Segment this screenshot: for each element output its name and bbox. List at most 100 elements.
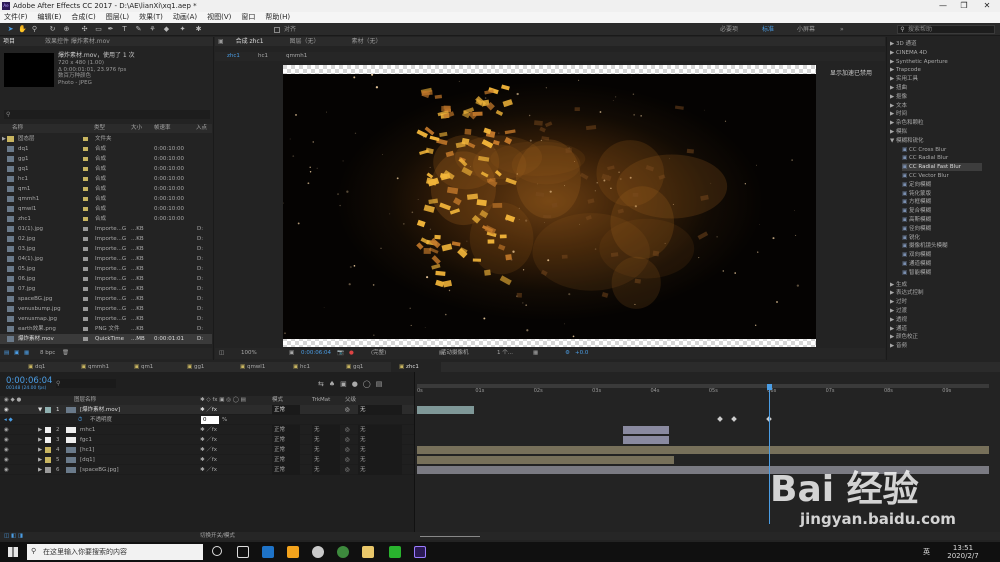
project-search-input[interactable]: ⚲: [4, 110, 210, 119]
blend-mode-dropdown[interactable]: 正常: [272, 405, 300, 415]
effect-category[interactable]: ▶ 过渡: [890, 307, 907, 315]
label-color[interactable]: [83, 257, 88, 261]
snap-checkbox[interactable]: [274, 27, 280, 33]
timeline-tab-zhc1[interactable]: ▣ zhc1: [391, 362, 441, 372]
trash-icon[interactable]: 🗑: [62, 348, 69, 359]
menu-view[interactable]: 视图(V): [207, 12, 231, 23]
workspace-menu-icon[interactable]: »: [840, 24, 844, 35]
label-color[interactable]: [83, 237, 88, 241]
col-name[interactable]: 名称: [12, 124, 23, 133]
layer-row[interactable]: ◉ ▶ 4 [hc1] ✱ ／fx 正常 无 ◎ 无: [0, 445, 414, 455]
layer-label-color[interactable]: [45, 427, 51, 433]
effect-item[interactable]: ▣ 复合模糊: [902, 207, 931, 215]
app-icon-1[interactable]: [287, 546, 299, 558]
menu-edit[interactable]: 编辑(E): [38, 12, 62, 23]
trkmat-dropdown[interactable]: 无: [312, 425, 340, 435]
label-color[interactable]: [83, 277, 88, 281]
effect-item[interactable]: ▣ CC Radial Blur: [902, 154, 948, 162]
menu-window[interactable]: 窗口: [241, 12, 255, 23]
tab-layer[interactable]: 图层（无）: [290, 38, 320, 45]
resolution-dropdown[interactable]: (完整): [371, 348, 386, 359]
puppet-pin-tool-icon[interactable]: ✱: [194, 25, 203, 34]
keyframe-nav-icon[interactable]: ◂ ◆: [4, 415, 13, 425]
layer-label-color[interactable]: [45, 467, 51, 473]
bpc-label[interactable]: 8 bpc: [40, 348, 55, 359]
channel-icon[interactable]: ●: [349, 348, 354, 359]
effect-category[interactable]: ▶ 扭曲: [890, 84, 907, 92]
type-tool-icon[interactable]: T: [120, 25, 129, 34]
effect-item[interactable]: ▣ 双向模糊: [902, 251, 931, 259]
col-parent[interactable]: 父级: [345, 396, 356, 405]
trkmat-dropdown[interactable]: 无: [312, 455, 340, 465]
tab-footage[interactable]: 素材（无）: [351, 38, 381, 45]
project-item[interactable]: qmmh1 合成 0:00:10:00: [0, 194, 212, 204]
effect-category[interactable]: ▶ 颜色校正: [890, 333, 918, 341]
layer-duration-bar[interactable]: [417, 456, 675, 464]
reset-exposure-icon[interactable]: ⚙: [565, 348, 570, 359]
effect-category[interactable]: ▶ 时间: [890, 110, 907, 118]
layer-duration-bar[interactable]: [417, 406, 475, 414]
pickwhip-icon[interactable]: ◎: [345, 435, 350, 445]
label-color[interactable]: [83, 167, 88, 171]
breadcrumb-zhc1[interactable]: zhc1: [227, 52, 240, 61]
project-item[interactable]: 05.jpg Importe...G ...KB D:: [0, 264, 212, 274]
label-color[interactable]: [83, 187, 88, 191]
menu-layer[interactable]: 图层(L): [106, 12, 129, 23]
time-ruler[interactable]: 0s 01s 02s 03s 04s 05s 06s 07s 08s 09s: [415, 384, 1000, 398]
effect-category[interactable]: ▼ 模糊和锐化: [890, 137, 924, 145]
label-color[interactable]: [83, 137, 88, 141]
effect-item[interactable]: ▣ 高斯模糊: [902, 216, 931, 224]
project-item[interactable]: gq1 合成 0:00:10:00: [0, 164, 212, 174]
visibility-eye-icon[interactable]: ◉: [4, 405, 9, 415]
col-mode[interactable]: 模式: [272, 396, 283, 405]
opacity-keyframe[interactable]: [717, 416, 723, 422]
effect-category[interactable]: ▶ Synthetic Aperture: [890, 58, 948, 66]
file-explorer-icon[interactable]: [362, 546, 374, 558]
parent-dropdown[interactable]: 无: [358, 445, 402, 455]
col-size[interactable]: 大小: [131, 124, 142, 133]
minimize-button[interactable]: —: [932, 0, 954, 12]
timeline-tab-qm1[interactable]: ▣ qm1: [126, 362, 176, 372]
col-fps[interactable]: 帧速率: [154, 124, 171, 133]
layer-duration-bar[interactable]: [417, 446, 989, 454]
opacity-value-input[interactable]: 0: [201, 416, 219, 424]
layer-label-color[interactable]: [45, 407, 51, 413]
label-color[interactable]: [83, 217, 88, 221]
visibility-eye-icon[interactable]: ◉: [4, 425, 9, 435]
layer-name[interactable]: [hc1]: [80, 445, 94, 455]
visibility-eye-icon[interactable]: ◉: [4, 445, 9, 455]
pickwhip-icon[interactable]: ◎: [345, 455, 350, 465]
effect-category[interactable]: ▶ 3D 通道: [890, 40, 916, 48]
label-color[interactable]: [83, 307, 88, 311]
effect-category[interactable]: ▶ 通道: [890, 325, 907, 333]
layer-row[interactable]: ◉ ▶ 3 fgc1 ✱ ／fx 正常 无 ◎ 无: [0, 435, 414, 445]
zoom-tool-icon[interactable]: ⚲: [30, 25, 39, 34]
pickwhip-icon[interactable]: ◎: [345, 445, 350, 455]
twirl-arrow-icon[interactable]: ▶: [38, 425, 42, 435]
effect-category[interactable]: ▶ 过时: [890, 298, 907, 306]
task-view-icon[interactable]: [237, 546, 249, 558]
tab-effect-controls[interactable]: 效果控件 爆炸素材.mov: [45, 38, 110, 45]
layer-name[interactable]: [spaceBG.jpg]: [80, 465, 119, 475]
label-color[interactable]: [83, 197, 88, 201]
twirl-arrow-icon[interactable]: ▶: [38, 465, 42, 475]
layer-switches-toggle-icon[interactable]: ◫ ◧ ◨: [4, 532, 23, 540]
eraser-tool-icon[interactable]: ◆: [162, 25, 171, 34]
pickwhip-icon[interactable]: ◎: [345, 405, 350, 415]
menu-animation[interactable]: 动画(A): [173, 12, 197, 23]
opacity-property-row[interactable]: ◂ ◆ ⏱ 不透明度 0%: [0, 415, 414, 425]
layer-name[interactable]: [dq1]: [80, 455, 95, 465]
timeline-tab-hc1[interactable]: ▣ hc1: [285, 362, 335, 372]
rotate-tool-icon[interactable]: ↻: [48, 25, 57, 34]
playhead-handle[interactable]: [767, 384, 773, 390]
blend-mode-dropdown[interactable]: 正常: [272, 465, 300, 475]
close-button[interactable]: ✕: [976, 0, 998, 12]
layer-label-color[interactable]: [45, 457, 51, 463]
project-item[interactable]: qmwl1 合成 0:00:10:00: [0, 204, 212, 214]
view-options-icon[interactable]: ▦: [533, 348, 538, 359]
project-item[interactable]: 06.jpg Importe...G ...KB D:: [0, 274, 212, 284]
new-comp-icon[interactable]: ▦: [24, 348, 29, 359]
twirl-arrow-icon[interactable]: ▼: [38, 405, 42, 415]
zoom-slider[interactable]: [420, 536, 480, 537]
timeline-tab-dq1[interactable]: ▣ dq1: [20, 362, 70, 372]
